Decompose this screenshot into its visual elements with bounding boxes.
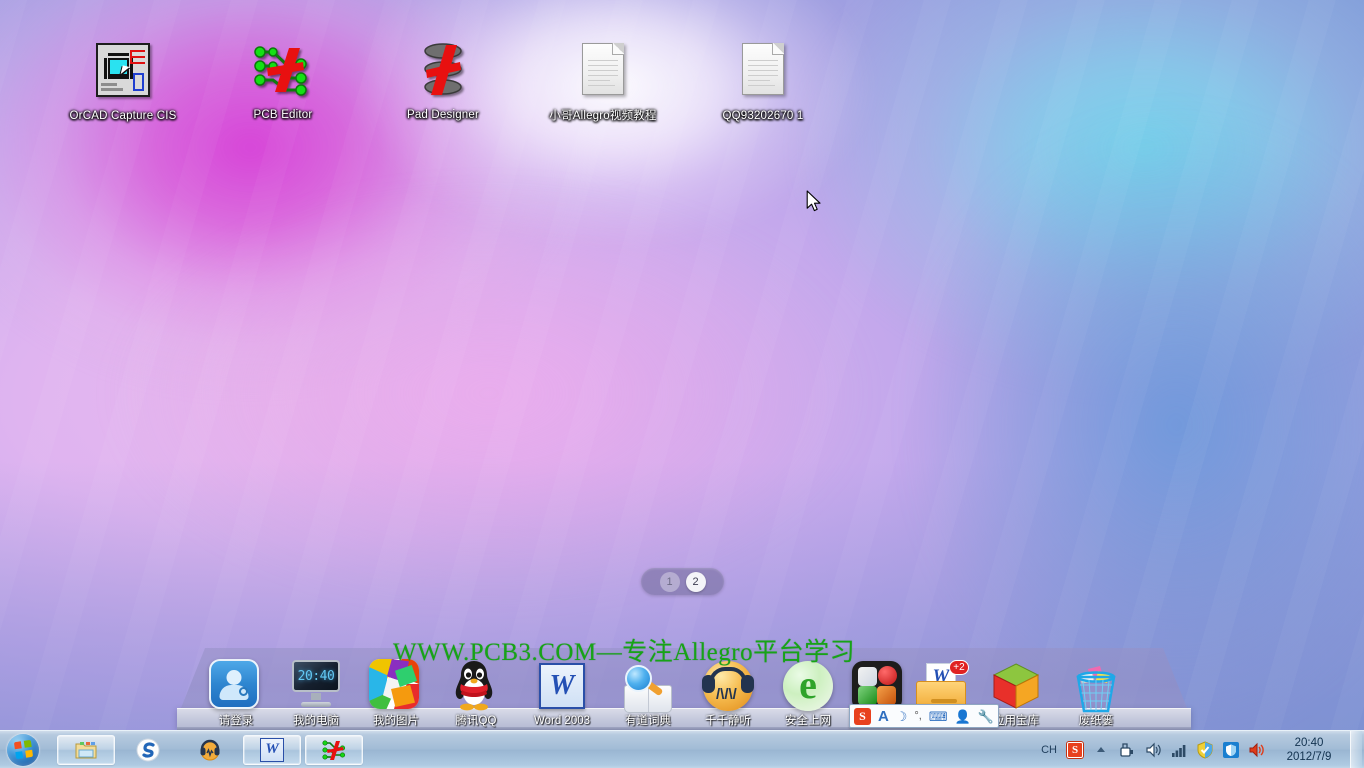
dock-item-label: 有道词典 xyxy=(625,715,671,727)
dock-item-label: Word 2003 xyxy=(533,715,591,727)
desktop-icon-label: OrCAD Capture CIS xyxy=(69,110,177,122)
youdao-dictionary-icon xyxy=(621,659,675,713)
show-desktop-button[interactable] xyxy=(1350,730,1362,768)
ttplayer-icon: /\/\/ xyxy=(701,659,755,713)
volume-icon[interactable] xyxy=(1142,739,1164,761)
orcad-capture-icon xyxy=(93,43,153,103)
dock-item-word-2003[interactable]: W Word 2003 xyxy=(516,648,608,730)
desktop-page-indicator[interactable]: 1 2 xyxy=(641,568,724,595)
my-pictures-icon xyxy=(369,659,423,713)
dock-computer-clock: 20:40 xyxy=(297,668,335,684)
desktop-icon-label: QQ93202670 1 xyxy=(722,110,804,122)
show-hidden-icons-icon[interactable] xyxy=(1090,739,1112,761)
clock-date: 2012/7/9 xyxy=(1286,750,1332,763)
word-w-icon: W xyxy=(260,737,284,762)
windows-logo-icon xyxy=(13,739,33,760)
dock-item-youdao-dictionary[interactable]: 有道词典 xyxy=(608,648,688,730)
ttplayer-face-icon xyxy=(198,738,222,762)
desktop-icon-allegro-tutorial[interactable]: 小哥Allegro视频教程 xyxy=(546,40,660,123)
safely-remove-hardware-icon[interactable] xyxy=(1116,739,1138,761)
dock-item-label: 腾讯QQ xyxy=(455,715,497,727)
system-tray: CH S 20:40 2012/7/9 xyxy=(1036,730,1364,768)
dock-item-label: 我的电脑 xyxy=(293,715,339,727)
page-dot-1[interactable]: 1 xyxy=(659,571,680,592)
desktop-icon-label: PCB Editor xyxy=(253,109,313,121)
taskbar-button-windows-explorer[interactable] xyxy=(57,734,115,765)
ime-moon-icon[interactable]: ☽ xyxy=(896,710,908,723)
taskbar-button-word-document[interactable]: W xyxy=(243,734,301,765)
taskbar-clock[interactable]: 20:40 2012/7/9 xyxy=(1270,736,1348,764)
dock-item-label: 废纸篓 xyxy=(1078,715,1114,727)
taskbar-button-sogou-pinyin[interactable] xyxy=(119,735,177,765)
text-file-icon xyxy=(573,43,633,103)
dock-item-ttplayer[interactable]: /\/\/ 千千静听 xyxy=(688,648,768,730)
dock-item-tencent-qq[interactable]: 腾讯QQ xyxy=(436,648,516,730)
dock-item-my-pictures[interactable]: 我的图片 xyxy=(356,648,436,730)
dock-item-secure-browser[interactable]: e 安全上网 xyxy=(768,648,848,730)
dock-item-label: 应用宝库 xyxy=(993,715,1039,727)
start-button[interactable] xyxy=(3,732,43,768)
dock-item-label: 千千静听 xyxy=(705,715,751,727)
dock-item-label: 安全上网 xyxy=(785,715,831,727)
desktop-icon-label: 小哥Allegro视频教程 xyxy=(549,110,657,122)
dock-item-label: 我的图片 xyxy=(373,715,419,727)
ime-punctuation-icon[interactable]: °, xyxy=(914,710,921,722)
dock-item-label: 请登录 xyxy=(218,715,254,727)
allegro-a-icon xyxy=(322,738,346,762)
dock-item-list: 请登录 20:40 我的电脑 我的图片 腾讯QQ W Word 2003 有道词… xyxy=(196,648,1176,730)
word-glyph: W xyxy=(549,670,575,701)
pcb-editor-icon xyxy=(253,42,313,102)
ime-settings-icon[interactable]: 🔧 xyxy=(978,710,994,723)
desktop-icon-label: Pad Designer xyxy=(406,109,480,121)
secure-browser-icon: e xyxy=(781,659,835,713)
windows-taskbar: W CH S 20:40 2012/7/9 xyxy=(0,730,1364,768)
desktop-icon-orcad-capture-cis[interactable]: OrCAD Capture CIS xyxy=(66,40,180,123)
recycle-bin-icon xyxy=(1069,659,1123,713)
my-computer-icon: 20:40 xyxy=(289,659,343,713)
folder-icon xyxy=(74,738,98,762)
tray-language-indicator[interactable]: CH xyxy=(1041,744,1057,756)
tencent-qq-icon xyxy=(449,659,503,713)
browser-glyph: e xyxy=(799,661,817,707)
desktop-icon-pcb-editor[interactable]: PCB Editor xyxy=(226,40,340,122)
taskbar-button-pcb-editor[interactable] xyxy=(305,734,363,765)
taskbar-button-ttplayer[interactable] xyxy=(181,735,239,765)
notification-badge: +2 xyxy=(949,660,969,675)
sogou-ime-icon[interactable]: S xyxy=(1064,739,1086,761)
sogou-logo-icon[interactable]: S xyxy=(854,707,871,725)
dock-item-my-computer[interactable]: 20:40 我的电脑 xyxy=(276,648,356,730)
desktop-dock: 请登录 20:40 我的电脑 我的图片 腾讯QQ W Word 2003 有道词… xyxy=(0,628,1364,730)
ime-user-icon[interactable]: 👤 xyxy=(955,710,971,723)
dock-item-login[interactable]: 请登录 xyxy=(196,648,276,730)
clock-time: 20:40 xyxy=(1294,736,1324,749)
word-icon: W xyxy=(535,659,589,713)
speaker-icon[interactable] xyxy=(1246,739,1268,761)
sogou-ime-toolbar[interactable]: S A ☽ °, ⌨ 👤 🔧 xyxy=(849,704,999,728)
text-file-icon xyxy=(733,43,793,103)
word-glyph: W xyxy=(265,741,279,757)
pad-designer-icon xyxy=(413,42,473,102)
360-shield-icon[interactable] xyxy=(1220,739,1242,761)
sogou-s-icon xyxy=(136,738,160,762)
page-dot-2[interactable]: 2 xyxy=(685,571,706,592)
ime-mode-letter-icon[interactable]: A xyxy=(878,709,889,724)
desktop-icon-pad-designer[interactable]: Pad Designer xyxy=(386,40,500,122)
ime-keyboard-icon[interactable]: ⌨ xyxy=(929,710,948,723)
desktop-icon-qq93202670[interactable]: QQ93202670 1 xyxy=(706,40,820,123)
network-signal-icon[interactable] xyxy=(1168,739,1190,761)
dock-item-recycle-bin[interactable]: 废纸篓 xyxy=(1056,648,1136,730)
security-shield-icon[interactable] xyxy=(1194,739,1216,761)
user-login-icon xyxy=(209,659,263,713)
